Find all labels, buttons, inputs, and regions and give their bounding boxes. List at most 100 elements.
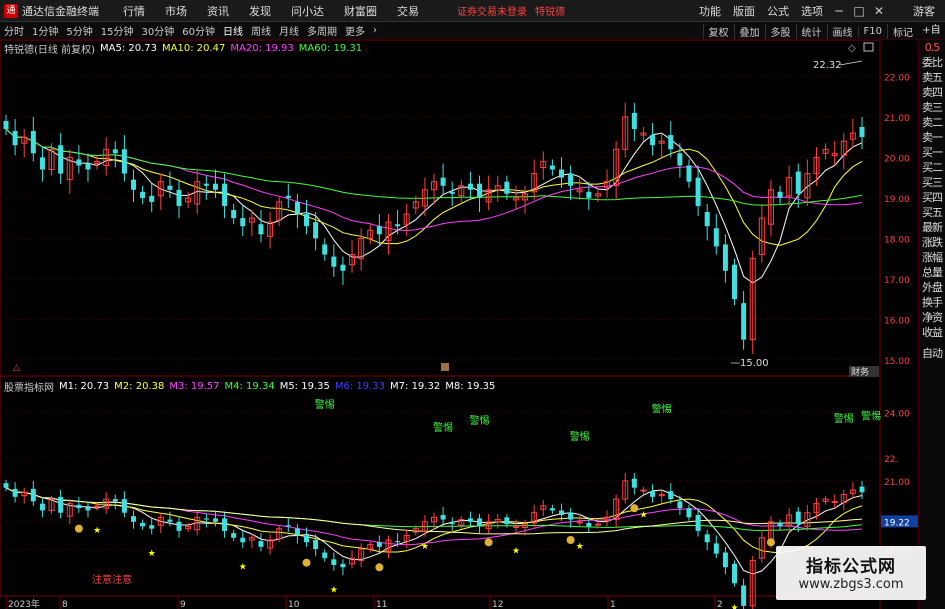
- period-monthly[interactable]: 月线: [275, 23, 303, 38]
- signal-coin-icon: [74, 524, 83, 533]
- main-candle-down: [331, 256, 337, 267]
- sidebar-item-sell5[interactable]: 卖五: [919, 70, 945, 85]
- auto-button[interactable]: 自动: [919, 346, 945, 361]
- sidebar-item-outer[interactable]: 外盘: [919, 280, 945, 295]
- sidebar-item-latest[interactable]: 最新: [919, 220, 945, 235]
- finance-badge[interactable]: 财务: [851, 366, 869, 378]
- menu-trade[interactable]: 交易: [387, 3, 429, 19]
- marker-square-icon[interactable]: [441, 363, 449, 371]
- sidebar-item-buy5[interactable]: 买五: [919, 205, 945, 220]
- period-1min[interactable]: 1分钟: [28, 23, 62, 38]
- menu-wealth[interactable]: 财富圈: [334, 3, 387, 19]
- draw-line-button[interactable]: 画线: [826, 23, 858, 39]
- main-candle-down: [231, 210, 237, 219]
- tool-formula[interactable]: 公式: [761, 3, 795, 19]
- sub-candle-down: [167, 519, 173, 522]
- menu-assistant[interactable]: 问小达: [281, 3, 334, 19]
- sidebar-item-sell2[interactable]: 卖二: [919, 115, 945, 130]
- period-more[interactable]: 更多: [341, 23, 369, 38]
- main-candle-down: [313, 222, 319, 239]
- login-notice[interactable]: 证券交易未登录: [457, 3, 527, 18]
- period-30min[interactable]: 30分钟: [137, 23, 178, 38]
- main-candle-down: [440, 177, 446, 186]
- sidebar-item-net-asset[interactable]: 净资: [919, 310, 945, 325]
- multi-stock-button[interactable]: 多股: [764, 23, 796, 39]
- period-5min[interactable]: 5分钟: [62, 23, 96, 38]
- main-candle-down: [686, 165, 692, 182]
- sub-candle-down: [222, 518, 228, 531]
- diamond-icon[interactable]: ◇: [848, 43, 856, 54]
- sub-candle-down: [322, 552, 328, 559]
- menu-market[interactable]: 行情: [113, 3, 155, 19]
- signal-coin-icon: [375, 563, 384, 572]
- chevron-right-icon[interactable]: ›: [369, 25, 381, 36]
- period-weekly[interactable]: 周线: [247, 23, 275, 38]
- main-candle-down: [722, 244, 728, 271]
- main-candle-down: [741, 303, 747, 340]
- sidebar-item-turnover[interactable]: 换手: [919, 295, 945, 310]
- tool-function[interactable]: 功能: [693, 3, 727, 19]
- period-multi[interactable]: 多周期: [303, 23, 341, 38]
- watermark-url: www.zbgs3.com: [798, 577, 904, 592]
- sidebar-item-weibi[interactable]: 委比: [919, 55, 945, 70]
- sidebar-item-buy4[interactable]: 买四: [919, 190, 945, 205]
- sidebar-item-change[interactable]: 涨跌: [919, 235, 945, 250]
- sidebar-item-sell1[interactable]: 卖一: [919, 130, 945, 145]
- main-candle-down: [376, 226, 382, 235]
- adjust-button[interactable]: 复权: [702, 23, 734, 39]
- guest-label[interactable]: 游客: [889, 3, 945, 19]
- minimize-icon[interactable]: ─: [829, 4, 849, 18]
- sidebar-top-tab[interactable]: 0.5: [919, 40, 945, 55]
- warning-signal-label: 警惕: [861, 410, 881, 423]
- tool-options[interactable]: 选项: [795, 3, 829, 19]
- signal-coin-icon: [630, 504, 639, 513]
- close-icon[interactable]: ✕: [869, 4, 889, 18]
- period-60min[interactable]: 60分钟: [178, 23, 219, 38]
- add-watchlist-button[interactable]: +自选: [918, 22, 945, 54]
- period-toolbar: 分时 1分钟 5分钟 15分钟 30分钟 60分钟 日线 周线 月线 多周期 更…: [0, 22, 945, 54]
- sidebar-item-buy3[interactable]: 买三: [919, 175, 945, 190]
- low-price-annotation: 15.00: [740, 358, 769, 369]
- menu-markets[interactable]: 市场: [155, 3, 197, 19]
- watermark-title: 指标公式网: [806, 557, 896, 577]
- menu-news[interactable]: 资讯: [197, 3, 239, 19]
- sidebar-item-volume[interactable]: 总量: [919, 265, 945, 280]
- sidebar-item-buy2[interactable]: 买二: [919, 160, 945, 175]
- main-candle-down: [294, 201, 300, 215]
- sub-ma5-line: [5, 487, 863, 575]
- ma5-line: [5, 128, 863, 284]
- period-15min[interactable]: 15分钟: [97, 23, 138, 38]
- signal-star-icon: ★: [330, 585, 338, 595]
- title-bar: 通 通达信金融终端 行情 市场 资讯 发现 问小达 财富圈 交易 证券交易未登录…: [0, 0, 945, 22]
- kline-chart[interactable]: ★★★★★ ★ ★★★警惕警惕警惕警惕警惕警惕 警惕 22.0021.0020.001…: [0, 40, 918, 609]
- sub-candle-down: [741, 585, 747, 606]
- sub-candle-down: [467, 518, 473, 522]
- stats-button[interactable]: 统计: [795, 23, 827, 39]
- main-axis-tick: 22.00: [884, 73, 910, 83]
- main-axis-tick: 21.00: [884, 114, 910, 124]
- sub-candle-down: [76, 504, 82, 509]
- tool-layout[interactable]: 版面: [727, 3, 761, 19]
- overlay-button[interactable]: 叠加: [733, 23, 765, 39]
- sidebar-item-sell3[interactable]: 卖三: [919, 100, 945, 115]
- menu-discover[interactable]: 发现: [239, 3, 281, 19]
- main-candle-down: [504, 181, 510, 194]
- sub-candle-down: [313, 540, 319, 550]
- sidebar-item-sell4[interactable]: 卖四: [919, 85, 945, 100]
- f10-button[interactable]: F10: [857, 25, 887, 37]
- sidebar-item-change-pct[interactable]: 涨幅: [919, 250, 945, 265]
- main-candle-down: [12, 131, 18, 146]
- sub-candle-down: [631, 478, 637, 488]
- sidebar-item-earnings[interactable]: 收益: [919, 325, 945, 340]
- sub-candle-down: [240, 537, 246, 543]
- window-toggle-icon[interactable]: [863, 42, 874, 52]
- period-daily[interactable]: 日线: [219, 23, 247, 38]
- maximize-icon[interactable]: □: [849, 4, 869, 18]
- sidebar-item-buy1[interactable]: 买一: [919, 145, 945, 160]
- main-candle-down: [39, 157, 45, 170]
- sub-candle-down: [112, 499, 118, 502]
- warning-signal-label: 警惕: [470, 414, 490, 427]
- period-intraday[interactable]: 分时: [0, 23, 28, 38]
- mark-button[interactable]: 标记: [887, 23, 918, 39]
- sub-candle-down: [30, 488, 36, 502]
